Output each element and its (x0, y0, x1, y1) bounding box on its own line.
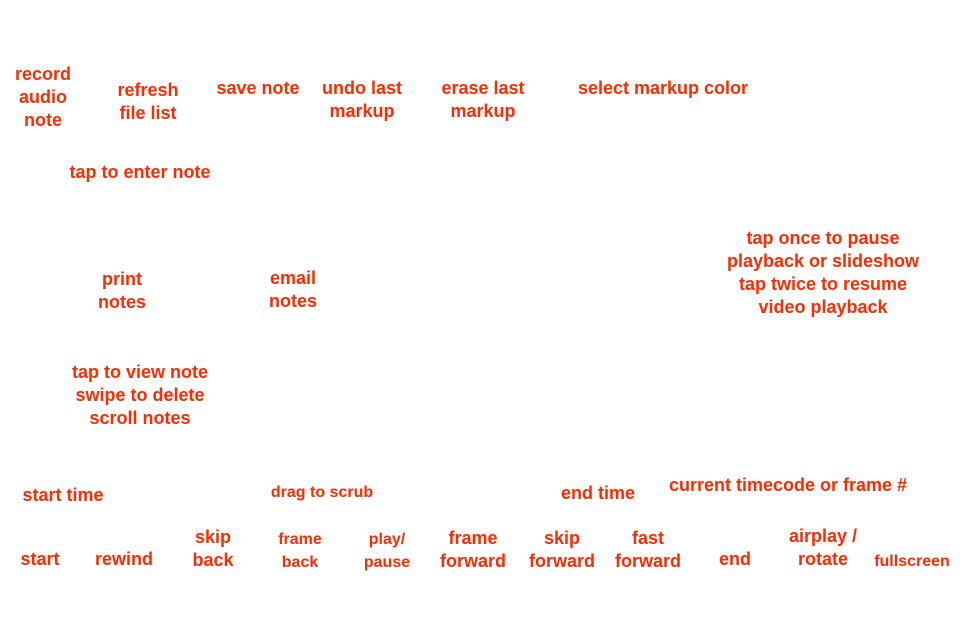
frame-forward-label: frame forward (439, 528, 506, 571)
start-time-label: start time (22, 485, 104, 505)
rewind-label: rewind (94, 549, 153, 569)
record-audio-note-label: record audio note (14, 64, 72, 130)
email-notes-label: email notes (268, 268, 317, 311)
airplay-rotate-label: airplay / rotate (788, 526, 858, 569)
end-label: end (718, 549, 751, 569)
tap-to-enter-note-label: tap to enter note (69, 162, 211, 182)
erase-last-markup-label: erase last markup (441, 78, 525, 121)
skip-forward-label: skip forward (528, 528, 595, 571)
undo-last-markup-label: undo last markup (322, 78, 402, 121)
pause-resume-help-label: tap once to pause playback or slideshow … (726, 228, 920, 317)
refresh-file-list-label: refresh file list (117, 80, 179, 123)
note-list-help-label: tap to view note swipe to delete scroll … (71, 362, 208, 428)
current-timecode-label: current timecode or frame # (668, 475, 908, 495)
start-label: start (20, 549, 60, 569)
frame-back-label: frame back (278, 531, 322, 571)
print-notes-label: print notes (97, 269, 146, 312)
skip-back-label: skip back (192, 527, 234, 570)
end-time-label: end time (560, 483, 635, 503)
play-pause-label: play/ pause (363, 531, 411, 571)
fast-forward-label: fast forward (614, 528, 681, 571)
save-note-label: save note (216, 78, 300, 98)
drag-to-scrub-label: drag to scrub (270, 484, 374, 501)
fullscreen-label: fullscreen (874, 553, 950, 570)
select-markup-color-label: select markup color (577, 78, 749, 98)
